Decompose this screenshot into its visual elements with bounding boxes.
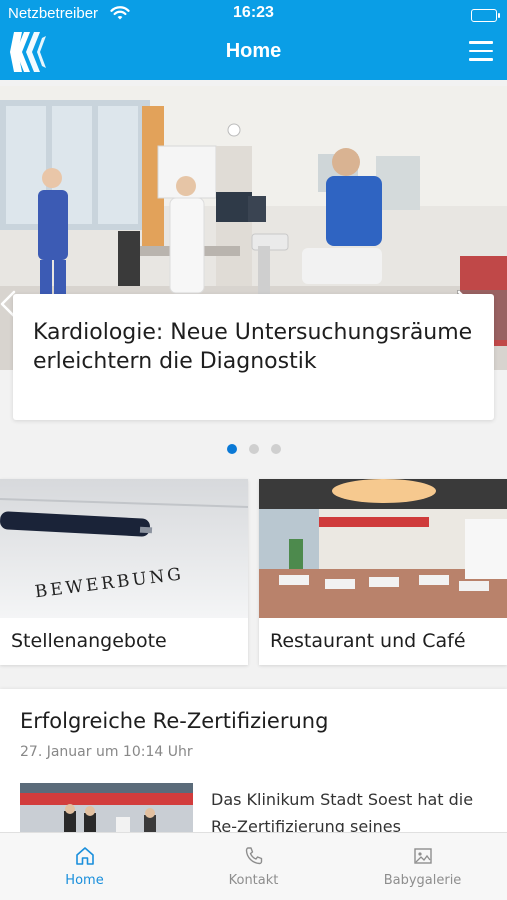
gallery-icon [413, 848, 432, 864]
pagination-dot-3[interactable] [270, 444, 281, 454]
tab-kontakt[interactable]: Kontakt [169, 833, 338, 900]
tile-stellenangebote[interactable]: BEWERBUNG Stellenangebote [0, 479, 248, 665]
tab-label: Babygalerie [383, 873, 462, 888]
news-title: Erfolgreiche Re-Zertifizierung [20, 709, 329, 733]
hamburger-menu-icon[interactable] [469, 41, 493, 61]
top-bar: Netzbetreiber 16:23 Home [0, 0, 507, 80]
home-icon [75, 847, 94, 865]
tab-bar: Home Kontakt Babygalerie [0, 832, 507, 900]
pagination-dot-2[interactable] [248, 444, 259, 454]
tile-image-bewerbung: BEWERBUNG [0, 479, 248, 618]
pagination-dot-1[interactable] [226, 444, 237, 454]
hero-headline: Kardiologie: Neue Untersuchungsräume erl… [33, 320, 473, 374]
page-title: Home [225, 40, 282, 62]
status-bar: Netzbetreiber 16:23 [0, 4, 507, 26]
hero-headline-card[interactable]: Kardiologie: Neue Untersuchungsräume erl… [13, 294, 494, 420]
tab-label: Kontakt [228, 873, 279, 888]
tile-label: Stellenangebote [11, 630, 167, 652]
news-date: 27. Januar um 10:14 Uhr [20, 744, 193, 760]
tab-label: Home [65, 873, 104, 888]
carousel-pagination [0, 444, 507, 454]
tab-home[interactable]: Home [0, 833, 169, 900]
tile-label: Restaurant und Café [270, 630, 466, 652]
news-card[interactable]: Erfolgreiche Re-Zertifizierung 27. Janua… [0, 689, 507, 843]
tile-image-restaurant [259, 479, 507, 618]
battery-icon [471, 9, 500, 22]
phone-icon [245, 847, 262, 865]
clock: 16:23 [233, 4, 274, 21]
tab-babygalerie[interactable]: Babygalerie [338, 833, 507, 900]
tile-restaurant-cafe[interactable]: Restaurant und Café [259, 479, 507, 665]
